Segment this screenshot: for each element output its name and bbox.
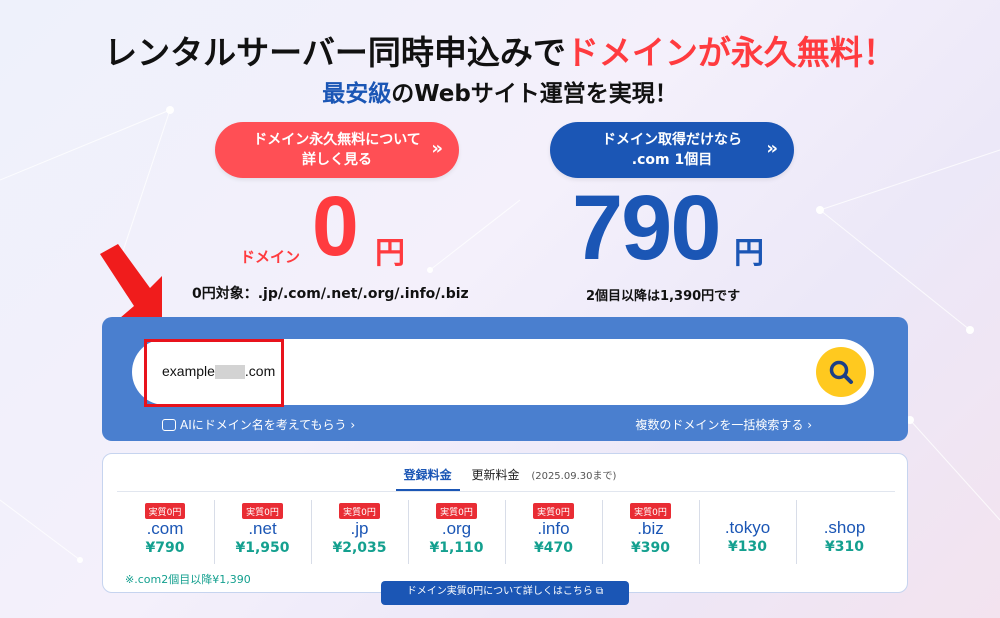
- redacted-text: [214, 365, 245, 380]
- search-icon: [829, 360, 853, 384]
- subheadline: 最安級のWebサイト運営を実現！: [0, 74, 1000, 108]
- tld-price: ¥2,035: [332, 540, 387, 556]
- headline-main: レンタルサーバー同時申込みで: [104, 33, 566, 72]
- red-arrow-annotation: [100, 244, 162, 318]
- tld-name: .biz: [637, 519, 664, 538]
- free-price-prefix: ドメイン: [240, 248, 301, 266]
- free-badge: 実質0円: [533, 503, 574, 519]
- tld-item-jp: 実質0円 .jp ¥2,035: [311, 500, 407, 564]
- free-domain-details-button[interactable]: ドメイン永久無料について 詳しく見る »: [215, 122, 459, 178]
- ai-link-label: AIにドメイン名を考えてもらう ›: [180, 418, 356, 432]
- free-domain-info-label: ドメイン実質0円について詳しくはこちら: [406, 586, 593, 597]
- tld-name: .jp: [350, 519, 369, 538]
- domain-search-input[interactable]: example .com: [132, 339, 874, 407]
- bulk-search-link[interactable]: 複数のドメインを一括検索する ›: [635, 416, 812, 433]
- price-tabs: 登録料金 更新料金 (2025.09.30まで): [103, 466, 909, 494]
- com-price-note: 2個目以降は1,390円です: [586, 289, 741, 304]
- chevron-right-icon: »: [431, 138, 443, 159]
- domain-only-button[interactable]: ドメイン取得だけなら .com 1個目 »: [550, 122, 794, 178]
- search-value-suffix: .com: [244, 363, 276, 379]
- tld-item-info: 実質0円 .info ¥470: [505, 500, 601, 564]
- tld-name: .com: [146, 519, 184, 538]
- tld-item-shop: .shop ¥310: [796, 500, 892, 564]
- domain-only-line1: ドメイン取得だけなら: [602, 132, 742, 148]
- price-period-note: (2025.09.30まで): [531, 471, 617, 482]
- tab-renewal-price[interactable]: 更新料金: [463, 466, 527, 489]
- domain-price-card: 登録料金 更新料金 (2025.09.30まで) 実質0円 .com ¥790 …: [102, 453, 909, 605]
- tld-price: ¥310: [825, 539, 864, 555]
- tld-name: .tokyo: [724, 518, 771, 537]
- free-domain-details-line2: 詳しく見る: [302, 152, 372, 168]
- tld-name: .shop: [823, 518, 866, 537]
- headline: レンタルサーバー同時申込みでドメインが永久無料！: [0, 26, 1000, 74]
- tab-registration-price[interactable]: 登録料金: [395, 466, 460, 491]
- headline-accent: ドメインが永久無料！: [565, 33, 896, 72]
- tld-price: ¥790: [145, 540, 185, 556]
- free-badge: 実質0円: [436, 503, 477, 519]
- tld-name: .info: [537, 519, 570, 538]
- robot-icon: [162, 419, 176, 431]
- free-domain-details-line1: ドメイン永久無料について: [253, 132, 421, 148]
- tld-price: ¥390: [631, 540, 670, 556]
- com-domain-price: 790 円: [572, 177, 802, 284]
- search-value-prefix: example: [162, 363, 215, 379]
- chevron-right-icon: »: [766, 138, 778, 159]
- com-price-amount: 790: [572, 177, 721, 279]
- tld-item-org: 実質0円 .org ¥1,110: [408, 500, 504, 564]
- tld-name: .net: [248, 519, 277, 538]
- free-price-note: 0円対象：.jp/.com/.net/.org/.info/.biz: [192, 286, 469, 302]
- tld-item-biz: 実質0円 .biz ¥390: [602, 500, 698, 564]
- tld-price: ¥1,110: [429, 540, 484, 556]
- tld-item-net: 実質0円 .net ¥1,950: [214, 500, 310, 564]
- domain-only-line2: .com 1個目: [631, 152, 713, 168]
- free-badge: 実質0円: [339, 503, 380, 519]
- tld-price: ¥130: [728, 539, 767, 555]
- bulk-search-label: 複数のドメインを一括検索する ›: [635, 418, 812, 432]
- search-input-value: example .com: [162, 363, 276, 380]
- ai-domain-suggest-link[interactable]: AIにドメイン名を考えてもらう ›: [162, 416, 355, 433]
- tld-price: ¥1,950: [235, 540, 290, 556]
- free-badge: 実質0円: [144, 503, 186, 519]
- com-price-unit: 円: [734, 236, 764, 271]
- subheadline-accent: 最安級: [322, 81, 392, 107]
- external-window-icon: ⧉: [596, 586, 604, 597]
- tab-divider: [117, 491, 895, 492]
- free-price-amount: 0: [312, 179, 359, 273]
- tld-item-tokyo: .tokyo ¥130: [699, 500, 795, 564]
- domain-search-panel: example .com AIにドメイン名を考えてもらう › 複数のドメインを一括…: [102, 317, 908, 441]
- subheadline-rest: のWebサイト運営を実現！: [391, 81, 678, 107]
- search-button[interactable]: [816, 347, 866, 397]
- tld-price-list: 実質0円 .com ¥790 実質0円 .net ¥1,950 実質0円 .jp…: [117, 500, 893, 564]
- free-badge: 実質0円: [242, 503, 283, 519]
- tld-price: ¥470: [534, 540, 573, 556]
- free-price-unit: 円: [375, 236, 405, 271]
- tld-item-com: 実質0円 .com ¥790: [117, 500, 213, 564]
- free-badge: 実質0円: [630, 503, 671, 519]
- free-domain-info-button[interactable]: ドメイン実質0円について詳しくはこちら ⧉: [381, 581, 629, 605]
- tld-name: .org: [441, 519, 472, 538]
- free-domain-price: ドメイン 0 円: [230, 179, 470, 276]
- com-second-year-note: ※.com2個目以降¥1,390: [125, 573, 251, 586]
